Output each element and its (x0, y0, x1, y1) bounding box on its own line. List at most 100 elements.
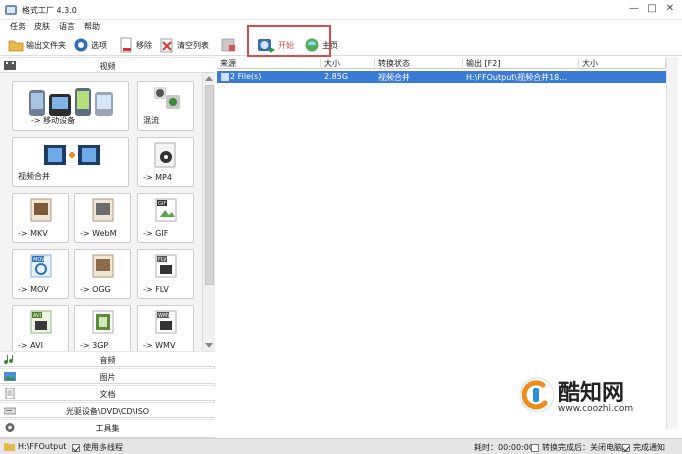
flv-icon: FLV (155, 254, 177, 278)
clear-list-label: 清空列表 (177, 40, 209, 50)
minimize-button[interactable]: — (626, 2, 642, 16)
stop-button[interactable] (220, 36, 238, 54)
menu-language[interactable]: 语言 (59, 21, 75, 32)
tile-video-merge[interactable]: 视频合并 (12, 137, 129, 187)
mkv-icon (30, 198, 52, 222)
menu-help[interactable]: 帮助 (84, 21, 100, 32)
tile-label: -> MP4 (143, 173, 172, 182)
multithread-label: 使用多线程 (83, 443, 123, 452)
multithread-check[interactable] (72, 443, 80, 452)
tile-label: 混流 (143, 116, 159, 125)
cell-size: 2.85G (324, 72, 349, 81)
category-panel: 视频 -> 移动设备 混流 视频合并 -> MP4 -> MKV -> WebM… (0, 57, 215, 438)
cell-status: 视频合并 (378, 73, 410, 82)
col-source[interactable]: 来源 (217, 58, 321, 69)
category-image-label: 图片 (99, 373, 116, 382)
tile-3gp[interactable]: -> 3GP (74, 305, 131, 351)
tile-flv[interactable]: FLV -> FLV (137, 249, 194, 299)
tile-label: -> WebM (80, 229, 117, 238)
folder-icon (4, 443, 15, 451)
col-size[interactable]: 大小 (321, 58, 375, 69)
output-folder-button[interactable]: 输出文件夹 (8, 36, 66, 54)
tile-mp4[interactable]: -> MP4 (137, 137, 194, 187)
scroll-thumb[interactable] (205, 85, 214, 285)
tile-mobile-device[interactable]: -> 移动设备 (12, 81, 129, 131)
mp4-icon (154, 142, 176, 168)
menu-skin[interactable]: 皮肤 (34, 21, 50, 32)
tile-avi[interactable]: AVI -> AVI (12, 305, 69, 351)
tile-label: -> OGG (80, 285, 111, 294)
tile-ogg[interactable]: -> OGG (74, 249, 131, 299)
cell-output: H:\FFOutput\视频合并18... (466, 73, 567, 82)
task-list-scrollbar[interactable] (666, 57, 678, 429)
options-label: 选项 (91, 40, 107, 50)
tile-mov[interactable]: MOV -> MOV (12, 249, 69, 299)
svg-text:GIF: GIF (158, 201, 166, 207)
tile-label: -> WMV (143, 341, 176, 350)
scroll-up-icon[interactable] (205, 76, 213, 81)
watermark-url: www.coozhi.com (558, 404, 634, 414)
elapsed-time: 耗时：00:00:00 (474, 442, 534, 453)
options-button[interactable]: 选项 (73, 36, 107, 54)
table-row[interactable]: 2 File(s) 2.85G 视频合并 H:\FFOutput\视频合并18.… (217, 71, 666, 83)
col-status[interactable]: 转换状态 (375, 58, 463, 69)
remove-icon (120, 37, 132, 53)
after-convert-label: 转换完成后：关闭电脑 (542, 443, 622, 452)
start-highlight-box (247, 25, 331, 57)
tile-wmv[interactable]: WMV -> WMV (137, 305, 194, 351)
category-video[interactable]: 视频 (0, 57, 215, 73)
after-convert-check[interactable] (531, 443, 539, 452)
output-path-label: H:\FFOutput (18, 442, 67, 451)
maximize-button[interactable]: □ (644, 2, 660, 16)
notify-check[interactable] (622, 443, 630, 452)
mov-icon: MOV (30, 254, 52, 278)
notify-checkbox[interactable]: 完成通知 (622, 442, 665, 453)
category-toolbox-label: 工具集 (95, 424, 120, 433)
avi-icon: AVI (30, 310, 52, 334)
status-bar: H:\FFOutput 使用多线程 耗时：00:00:00 转换完成后：关闭电脑… (0, 438, 682, 454)
tile-mux[interactable]: 混流 (137, 81, 194, 131)
remove-button[interactable]: 移除 (118, 36, 152, 54)
tile-label: -> MKV (18, 229, 48, 238)
category-scrollbar[interactable] (202, 73, 215, 351)
category-toolbox[interactable]: 工具集 (0, 419, 215, 438)
tile-gif[interactable]: GIF -> GIF (137, 193, 194, 243)
clear-list-button[interactable]: 清空列表 (159, 36, 209, 54)
svg-text:AVI: AVI (33, 313, 41, 319)
tile-webm[interactable]: -> WebM (74, 193, 131, 243)
category-disc-label: 光驱设备\DVD\CD\ISO (65, 407, 150, 416)
tile-label: -> FLV (143, 285, 169, 294)
svg-text:FLV: FLV (158, 257, 167, 263)
close-button[interactable]: ✕ (662, 2, 678, 16)
format-grid: -> 移动设备 混流 视频合并 -> MP4 -> MKV -> WebM GI… (0, 73, 202, 351)
tile-label: -> GIF (143, 229, 169, 238)
file-icon (221, 73, 229, 81)
tile-label: -> 3GP (80, 341, 109, 350)
col-output[interactable]: 输出 [F2] (463, 58, 579, 69)
tile-mkv[interactable]: -> MKV (12, 193, 69, 243)
category-document-label: 文档 (99, 390, 116, 399)
category-disc[interactable]: 光驱设备\DVD\CD\ISO (0, 402, 215, 418)
elapsed-label: 耗时：00:00:00 (474, 443, 534, 452)
after-convert-checkbox[interactable]: 转换完成后：关闭电脑 (531, 442, 622, 453)
options-icon (74, 38, 88, 52)
svg-text:MOV: MOV (33, 257, 45, 263)
scroll-down-icon[interactable] (205, 343, 213, 348)
gif-icon: GIF (155, 198, 177, 222)
col-output-size[interactable]: 大小 (579, 58, 666, 69)
notify-label: 完成通知 (633, 443, 665, 452)
clear-icon (160, 38, 173, 53)
menu-bar: 任务 皮肤 语言 帮助 (0, 20, 682, 34)
toolbar: 输出文件夹 选项 移除 清空列表 开始 主页 (0, 34, 682, 56)
svg-text:WMV: WMV (158, 313, 171, 319)
menu-task[interactable]: 任务 (10, 21, 26, 32)
watermark-text: 酷知网 (558, 381, 625, 406)
multithread-checkbox[interactable]: 使用多线程 (72, 442, 123, 453)
task-table-header: 来源 大小 转换状态 输出 [F2] 大小 (217, 57, 672, 69)
category-document[interactable]: 文档 (0, 385, 215, 401)
category-image[interactable]: 图片 (0, 368, 215, 384)
remove-label: 移除 (136, 40, 152, 50)
output-path-status[interactable]: H:\FFOutput (4, 442, 66, 451)
category-video-label: 视频 (99, 62, 116, 71)
category-audio[interactable]: 音频 (0, 351, 215, 367)
